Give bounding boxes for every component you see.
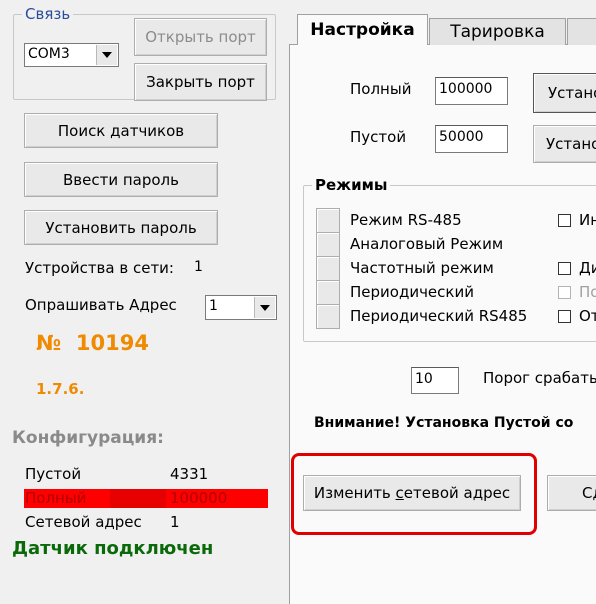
set-empty-button-label: Устано	[546, 135, 596, 153]
next-button[interactable]: Сд	[547, 475, 596, 511]
tab-calibration[interactable]: Тарировка	[429, 18, 566, 45]
change-address-button[interactable]: Изменить сетевой адрес	[303, 475, 521, 511]
mode-label-periodic-rs485: Периодический RS485	[350, 307, 528, 325]
mode-periodic-rs485-button[interactable]	[316, 304, 340, 329]
device-number: № 10194	[36, 331, 149, 355]
chevron-down-icon[interactable]	[254, 297, 275, 318]
chevron-down-icon[interactable]	[96, 45, 117, 65]
set-full-button[interactable]: Устано	[533, 73, 596, 113]
config-address-value: 1	[170, 513, 180, 531]
search-sensors-button[interactable]: Поиск датчиков	[24, 113, 218, 148]
port-select[interactable]: COM3	[24, 43, 119, 67]
full-label: Полный	[350, 80, 412, 98]
option-checkbox-3[interactable]	[558, 286, 571, 299]
config-empty-label: Пустой	[25, 465, 82, 483]
connection-group-label: Связь	[22, 5, 74, 23]
threshold-input[interactable]: 10	[411, 367, 459, 394]
set-password-button[interactable]: Установить пароль	[24, 210, 218, 245]
next-button-label: Сд	[582, 484, 596, 502]
warning-text: Внимание! Установка Пустой со	[314, 415, 574, 431]
config-full-label: Полный	[25, 489, 87, 507]
config-title: Конфигурация:	[12, 428, 164, 448]
open-port-button[interactable]: Открыть порт	[134, 18, 267, 56]
config-empty-value: 4331	[170, 465, 209, 483]
set-empty-button[interactable]: Устано	[533, 125, 596, 163]
full-value-input[interactable]: 100000	[435, 77, 508, 105]
mode-analog-button[interactable]	[316, 232, 340, 257]
tab-settings[interactable]: Настройка	[297, 14, 428, 45]
mode-rs485-button[interactable]	[316, 208, 340, 233]
tab-calibration-label: Тарировка	[450, 22, 545, 42]
config-full-value: 100000	[170, 489, 228, 507]
poll-address-select[interactable]: 1	[205, 295, 277, 320]
tab-next[interactable]	[567, 18, 596, 45]
config-row-highlight-dark	[110, 489, 166, 508]
empty-label: Пустой	[350, 128, 407, 146]
empty-value-input[interactable]: 50000	[435, 125, 508, 153]
firmware-version: 1.7.6.	[36, 380, 85, 398]
change-address-label: Изменить сетевой адрес	[313, 484, 511, 502]
mode-frequency-button[interactable]	[316, 256, 340, 281]
poll-address-value: 1	[209, 298, 218, 314]
devices-count: 1	[194, 259, 203, 275]
option-label-4: От	[579, 307, 596, 325]
option-label-1: Ин	[579, 211, 596, 229]
port-select-value: COM3	[28, 46, 70, 62]
close-port-button[interactable]: Закрыть порт	[134, 63, 267, 101]
mnemonic-char: с	[395, 484, 404, 502]
mode-label-analog: Аналоговый Режим	[350, 235, 504, 253]
config-address-label: Сетевой адрес	[25, 513, 142, 531]
set-full-button-label: Устано	[548, 84, 596, 102]
mode-periodic-button[interactable]	[316, 280, 340, 305]
threshold-label: Порог срабаты	[483, 369, 596, 387]
modes-group-label: Режимы	[312, 176, 391, 194]
devices-label: Устройства в сети:	[25, 259, 174, 277]
mode-label-periodic: Периодический	[350, 283, 474, 301]
mode-label-frequency: Частотный режим	[350, 259, 494, 277]
option-checkbox-1[interactable]	[558, 214, 571, 227]
option-checkbox-2[interactable]	[558, 262, 571, 275]
tab-settings-label: Настройка	[310, 20, 415, 40]
option-checkbox-4[interactable]	[558, 310, 571, 323]
connection-status: Датчик подключен	[12, 538, 214, 559]
option-label-2: Ди	[579, 259, 596, 277]
mode-label-rs485: Режим RS-485	[350, 211, 462, 229]
option-label-3: По	[579, 283, 596, 301]
enter-password-button[interactable]: Ввести пароль	[24, 162, 218, 197]
poll-address-label: Опрашивать Адрес	[25, 296, 177, 314]
